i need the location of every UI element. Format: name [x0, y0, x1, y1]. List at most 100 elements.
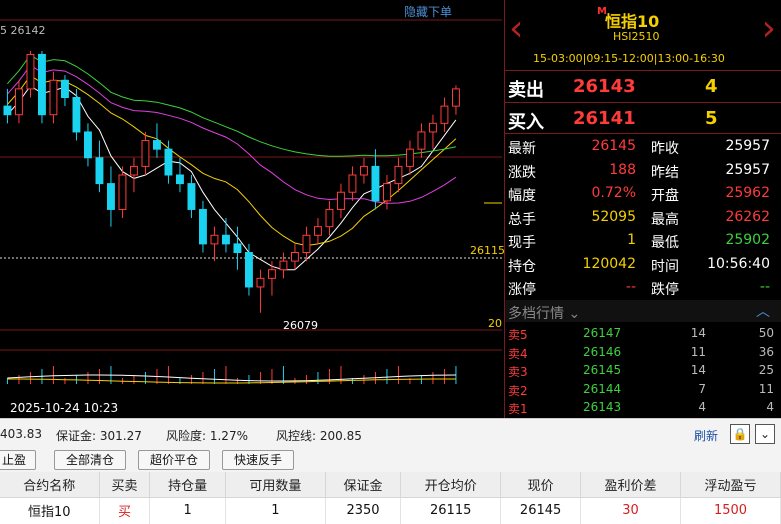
column-header[interactable]: 可用数量 [225, 472, 326, 498]
candle-body [337, 191, 345, 210]
right-edge-label: 20 [488, 317, 502, 330]
quote-row: 最新 26145 昨收 25957 [505, 135, 781, 159]
stop-profit-button[interactable]: 止盈 [0, 450, 36, 470]
depth-qty: 4 [698, 400, 706, 415]
hide-orders-link[interactable]: 隐藏下单 [404, 3, 452, 20]
candle-body [394, 165, 403, 185]
depth-count: 25 [758, 363, 774, 378]
depth-level: 卖3 [508, 365, 528, 380]
risk-value: 风险度: 1.27% [166, 429, 248, 443]
bid-price: 26141 [573, 108, 636, 129]
divider [505, 133, 781, 134]
table-cell: 26145 [500, 497, 582, 524]
bid-label: 买入 [508, 112, 544, 133]
quote-value: 26262 [725, 208, 770, 225]
quote-label: 跌停 [651, 282, 679, 298]
candle-body [406, 148, 414, 167]
candle-body [302, 234, 311, 253]
column-header[interactable]: 浮动盈亏 [680, 472, 781, 498]
lock-icon[interactable]: 🔒 [730, 424, 750, 444]
quote-row: 持仓 120042 时间 10:56:40 [505, 253, 781, 277]
table-cell: 买 [99, 497, 151, 524]
candle-body [371, 165, 380, 202]
table-cell: 恒指10 [0, 497, 100, 524]
next-contract-icon[interactable]: › [762, 8, 776, 49]
column-header[interactable]: 买卖 [99, 472, 151, 498]
action-bar: 止盈 全部清仓 超价平仓 快速反手 [0, 448, 781, 472]
quote-value: 10:56:40 [707, 255, 770, 272]
candle-body [118, 174, 127, 210]
depth-row[interactable]: 卖3 26145 14 25 [505, 361, 781, 379]
ask-volume: 4 [705, 76, 718, 97]
depth-level: 卖5 [508, 328, 528, 342]
candle-body [84, 131, 92, 159]
position-price-label: 26115 [470, 244, 505, 257]
quote-value: -- [759, 279, 770, 295]
depth-row[interactable]: 卖5 26147 14 50 [505, 324, 781, 342]
depth-row[interactable]: 卖2 26144 7 11 [505, 380, 781, 398]
column-header[interactable]: 保证金 [325, 472, 402, 498]
depth-row[interactable]: 卖1 26143 4 4 [505, 398, 781, 416]
close-all-button[interactable]: 全部清仓 [54, 450, 126, 470]
column-header[interactable]: 合约名称 [0, 472, 100, 498]
quick-reverse-button[interactable]: 快速反手 [222, 450, 294, 470]
column-header[interactable]: 盈利价差 [580, 472, 681, 498]
candle-body [360, 165, 368, 176]
ask-price: 26143 [573, 76, 636, 97]
quote-label: 现手 [508, 235, 536, 251]
depth-count: 36 [758, 344, 774, 359]
candle-body [429, 122, 437, 133]
contract-title: 恒指10 [605, 12, 660, 31]
quote-label: 昨收 [651, 141, 679, 157]
quote-label: 涨跌 [508, 164, 536, 181]
table-header-row: 合约名称 买卖 持仓量 可用数量 保证金 开仓均价 现价 盈利价差 浮动盈亏 [0, 472, 781, 498]
quote-label: 幅度 [508, 188, 536, 204]
table-body: 恒指10 买 1 1 2350 26115 26145 30 1500 [0, 497, 781, 524]
quote-label: 最高 [651, 211, 679, 228]
column-header[interactable]: 现价 [500, 472, 582, 498]
quote-row: 涨跌 188 昨结 25957 [505, 159, 781, 183]
quote-label: 最低 [651, 235, 679, 251]
depth-qty: 14 [690, 326, 706, 340]
collapse-up-icon[interactable]: ︿ [756, 301, 770, 321]
ask-row[interactable]: 卖出 26143 4 [505, 72, 781, 102]
candle-body [61, 79, 69, 98]
candle-body [314, 226, 322, 236]
trading-sessions: 15-03:00|09:15-12:00|13:00-16:30 [533, 52, 725, 65]
candle-body [245, 252, 253, 288]
table-row[interactable]: 恒指10 买 1 1 2350 26115 26145 30 1500 [0, 497, 781, 524]
depth-title: 多档行情 ⌄ [508, 306, 581, 322]
close-overprice-button[interactable]: 超价平仓 [138, 450, 210, 470]
depth-qty: 11 [690, 344, 706, 359]
candle-body [3, 105, 12, 116]
candle-body [199, 208, 207, 245]
candle-body [417, 131, 426, 150]
candle-body [176, 174, 184, 185]
quote-label: 涨停 [508, 282, 536, 298]
depth-qty: 14 [690, 363, 706, 378]
refresh-link[interactable]: 刷新 [694, 427, 718, 444]
quote-label: 时间 [651, 258, 679, 275]
depth-level: 卖2 [508, 383, 528, 398]
candle-body [256, 277, 265, 288]
table-cell: 30 [580, 497, 681, 524]
depth-row[interactable]: 卖4 26146 11 36 [505, 343, 781, 361]
contract-code: HSI2510 [613, 30, 660, 43]
depth-price: 26143 [583, 400, 622, 415]
bid-row[interactable]: 买入 26141 5 [505, 104, 781, 134]
expand-icon[interactable]: ⌄ [568, 306, 580, 322]
candle-body [222, 234, 230, 245]
depth-count: 4 [766, 400, 774, 415]
bid-volume: 5 [705, 108, 718, 129]
depth-level: 卖4 [508, 346, 528, 361]
prev-contract-icon[interactable]: ‹ [509, 8, 523, 49]
positions-table: 合约名称 买卖 持仓量 可用数量 保证金 开仓均价 现价 盈利价差 浮动盈亏 恒指10 买 1 1 23… [0, 472, 781, 524]
kline-chart[interactable]: 隐藏下单 5 26142 26079 26115 20 2025-10-24 1… [0, 0, 505, 418]
depth-header[interactable]: 多档行情 ⌄ ︿ [505, 300, 781, 322]
candle-body [26, 53, 35, 90]
chevron-down-icon[interactable]: ⌄ [755, 424, 775, 444]
column-header[interactable]: 持仓量 [149, 472, 226, 498]
candle-body [348, 174, 357, 193]
quote-row: 现手 1 最低 25902 [505, 229, 781, 253]
column-header[interactable]: 开仓均价 [400, 472, 502, 498]
